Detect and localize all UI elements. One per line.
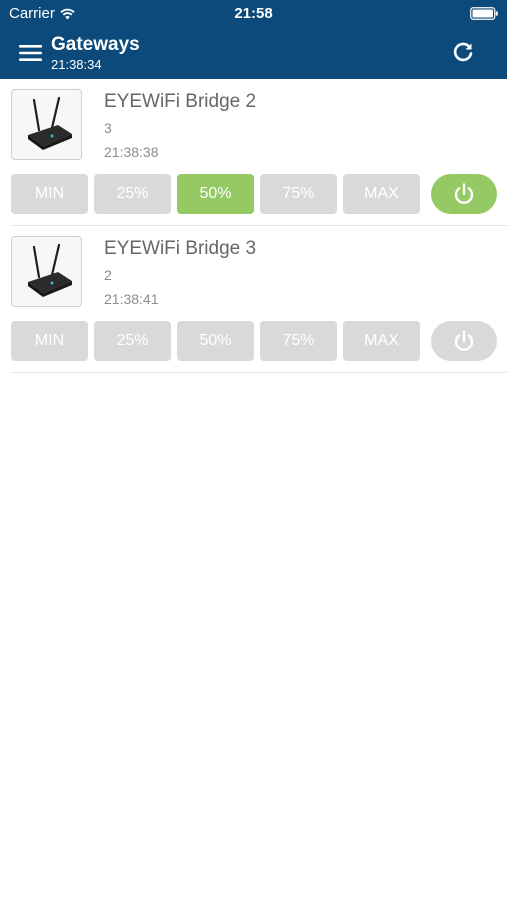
level-50-button[interactable]: 50%: [177, 174, 254, 214]
gateway-time: 21:38:38: [104, 144, 159, 160]
level-50-button[interactable]: 50%: [177, 321, 254, 361]
battery-icon: [470, 7, 499, 25]
level-25-button[interactable]: 25%: [94, 174, 171, 214]
hamburger-menu-icon[interactable]: [19, 44, 42, 62]
level-75-button[interactable]: 75%: [260, 321, 337, 361]
refresh-icon[interactable]: [452, 41, 474, 63]
level-min-button[interactable]: MIN: [11, 174, 88, 214]
gateway-count: 2: [104, 267, 112, 283]
gateway-item: EYEWiFi Bridge 3 2 21:38:41 MIN 25% 50% …: [11, 226, 507, 373]
level-buttons: MIN 25% 50% 75% MAX: [11, 321, 507, 361]
level-max-button[interactable]: MAX: [343, 174, 420, 214]
power-toggle-button[interactable]: [431, 174, 497, 214]
gateway-item: EYEWiFi Bridge 2 3 21:38:38 MIN 25% 50% …: [11, 79, 507, 226]
gateway-time: 21:38:41: [104, 291, 159, 307]
power-toggle-button[interactable]: [431, 321, 497, 361]
level-75-button[interactable]: 75%: [260, 174, 337, 214]
router-image: [11, 89, 82, 160]
nav-bar: Gateways 21:38:34: [0, 30, 507, 79]
gateway-list: EYEWiFi Bridge 2 3 21:38:38 MIN 25% 50% …: [0, 79, 507, 373]
page-title: Gateways: [51, 34, 140, 55]
power-icon: [454, 183, 474, 204]
level-buttons: MIN 25% 50% 75% MAX: [11, 174, 507, 214]
page-subtitle-time: 21:38:34: [51, 57, 102, 72]
router-image: [11, 236, 82, 307]
status-time: 21:58: [234, 5, 273, 22]
level-max-button[interactable]: MAX: [343, 321, 420, 361]
level-25-button[interactable]: 25%: [94, 321, 171, 361]
gateway-name: EYEWiFi Bridge 2: [104, 91, 257, 112]
app: Carrier 21:58 Gateways 21:38:34 EYEWiFi …: [0, 0, 507, 900]
level-min-button[interactable]: MIN: [11, 321, 88, 361]
power-icon: [454, 330, 474, 351]
gateway-count: 3: [104, 120, 112, 136]
status-bar: Carrier 21:58: [0, 0, 507, 28]
top-bar: Carrier 21:58 Gateways 21:38:34: [0, 0, 507, 79]
gateway-name: EYEWiFi Bridge 3: [104, 238, 257, 259]
